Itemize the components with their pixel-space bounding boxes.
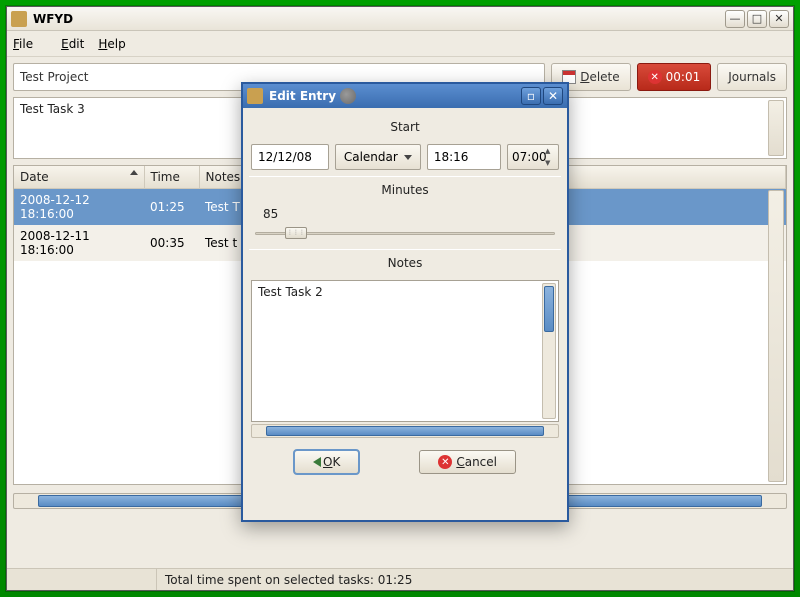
journals-button[interactable]: Journals bbox=[717, 63, 787, 91]
dialog-rollup-button[interactable]: ▫ bbox=[521, 87, 541, 105]
stop-icon: ✕ bbox=[648, 70, 662, 84]
statusbar-grip[interactable] bbox=[7, 569, 157, 590]
minimize-button[interactable]: — bbox=[725, 10, 745, 28]
menu-file[interactable]: File bbox=[13, 37, 47, 51]
app-icon bbox=[11, 11, 27, 27]
notes-label: Notes bbox=[251, 256, 559, 270]
titlebar[interactable]: WFYD — □ ✕ bbox=[7, 7, 793, 31]
notes-textarea[interactable]: Test Task 2 bbox=[251, 280, 559, 422]
notes-content: Test Task 2 bbox=[258, 285, 323, 299]
status-message: Total time spent on selected tasks: 01:2… bbox=[157, 573, 420, 587]
cancel-icon: ✕ bbox=[438, 455, 452, 469]
suse-icon bbox=[340, 88, 356, 104]
close-button[interactable]: ✕ bbox=[769, 10, 789, 28]
dialog-title: Edit Entry bbox=[269, 89, 336, 103]
col-time[interactable]: Time bbox=[144, 166, 199, 189]
menu-edit[interactable]: Edit bbox=[61, 37, 84, 51]
dialog-close-button[interactable]: ✕ bbox=[543, 87, 563, 105]
menu-help[interactable]: Help bbox=[98, 37, 125, 51]
edit-entry-dialog: Edit Entry ▫ ✕ Start 12/12/08 Calendar 1… bbox=[241, 82, 569, 522]
statusbar: Total time spent on selected tasks: 01:2… bbox=[7, 568, 793, 590]
time-spinner[interactable]: 07:00 ▲▼ bbox=[507, 144, 559, 170]
maximize-button[interactable]: □ bbox=[747, 10, 767, 28]
spinner-arrows-icon[interactable]: ▲▼ bbox=[545, 147, 555, 167]
start-label: Start bbox=[251, 120, 559, 134]
slider-thumb[interactable]: ⋮⋮⋮ bbox=[285, 227, 307, 239]
window-title: WFYD bbox=[33, 12, 723, 26]
divider bbox=[249, 176, 561, 177]
calendar-button-label: Calendar bbox=[344, 150, 398, 164]
minutes-value: 85 bbox=[263, 207, 559, 221]
calendar-button[interactable]: Calendar bbox=[335, 144, 421, 170]
cell-date: 2008-12-11 18:16:00 bbox=[14, 225, 144, 261]
dialog-app-icon bbox=[247, 88, 263, 104]
sort-asc-icon bbox=[130, 170, 138, 175]
cell-time: 01:25 bbox=[144, 189, 199, 226]
divider bbox=[249, 249, 561, 250]
ok-button[interactable]: OK bbox=[294, 450, 359, 474]
cell-date: 2008-12-12 18:16:00 bbox=[14, 189, 144, 226]
main-window: WFYD — □ ✕ File Edit Help Test Project D… bbox=[6, 6, 794, 591]
time-spinner-value: 07:00 bbox=[512, 150, 547, 164]
cancel-button[interactable]: ✕ Cancel bbox=[419, 450, 516, 474]
scroll-thumb[interactable] bbox=[544, 286, 554, 332]
timer-value: 00:01 bbox=[666, 70, 701, 84]
notes-vertical-scrollbar[interactable] bbox=[542, 283, 556, 419]
col-date[interactable]: Date bbox=[14, 166, 144, 189]
minutes-label: Minutes bbox=[251, 183, 559, 197]
menubar: File Edit Help bbox=[7, 31, 793, 57]
notes-horizontal-scrollbar[interactable] bbox=[251, 424, 559, 438]
time-input[interactable]: 18:16 bbox=[427, 144, 501, 170]
cell-time: 00:35 bbox=[144, 225, 199, 261]
dialog-titlebar[interactable]: Edit Entry ▫ ✕ bbox=[243, 84, 567, 108]
scroll-thumb[interactable] bbox=[266, 426, 544, 436]
minutes-slider[interactable]: ⋮⋮⋮ bbox=[255, 223, 555, 243]
date-input[interactable]: 12/12/08 bbox=[251, 144, 329, 170]
back-arrow-icon bbox=[313, 457, 321, 467]
timer-button[interactable]: ✕ 00:01 bbox=[637, 63, 712, 91]
chevron-down-icon bbox=[404, 155, 412, 160]
